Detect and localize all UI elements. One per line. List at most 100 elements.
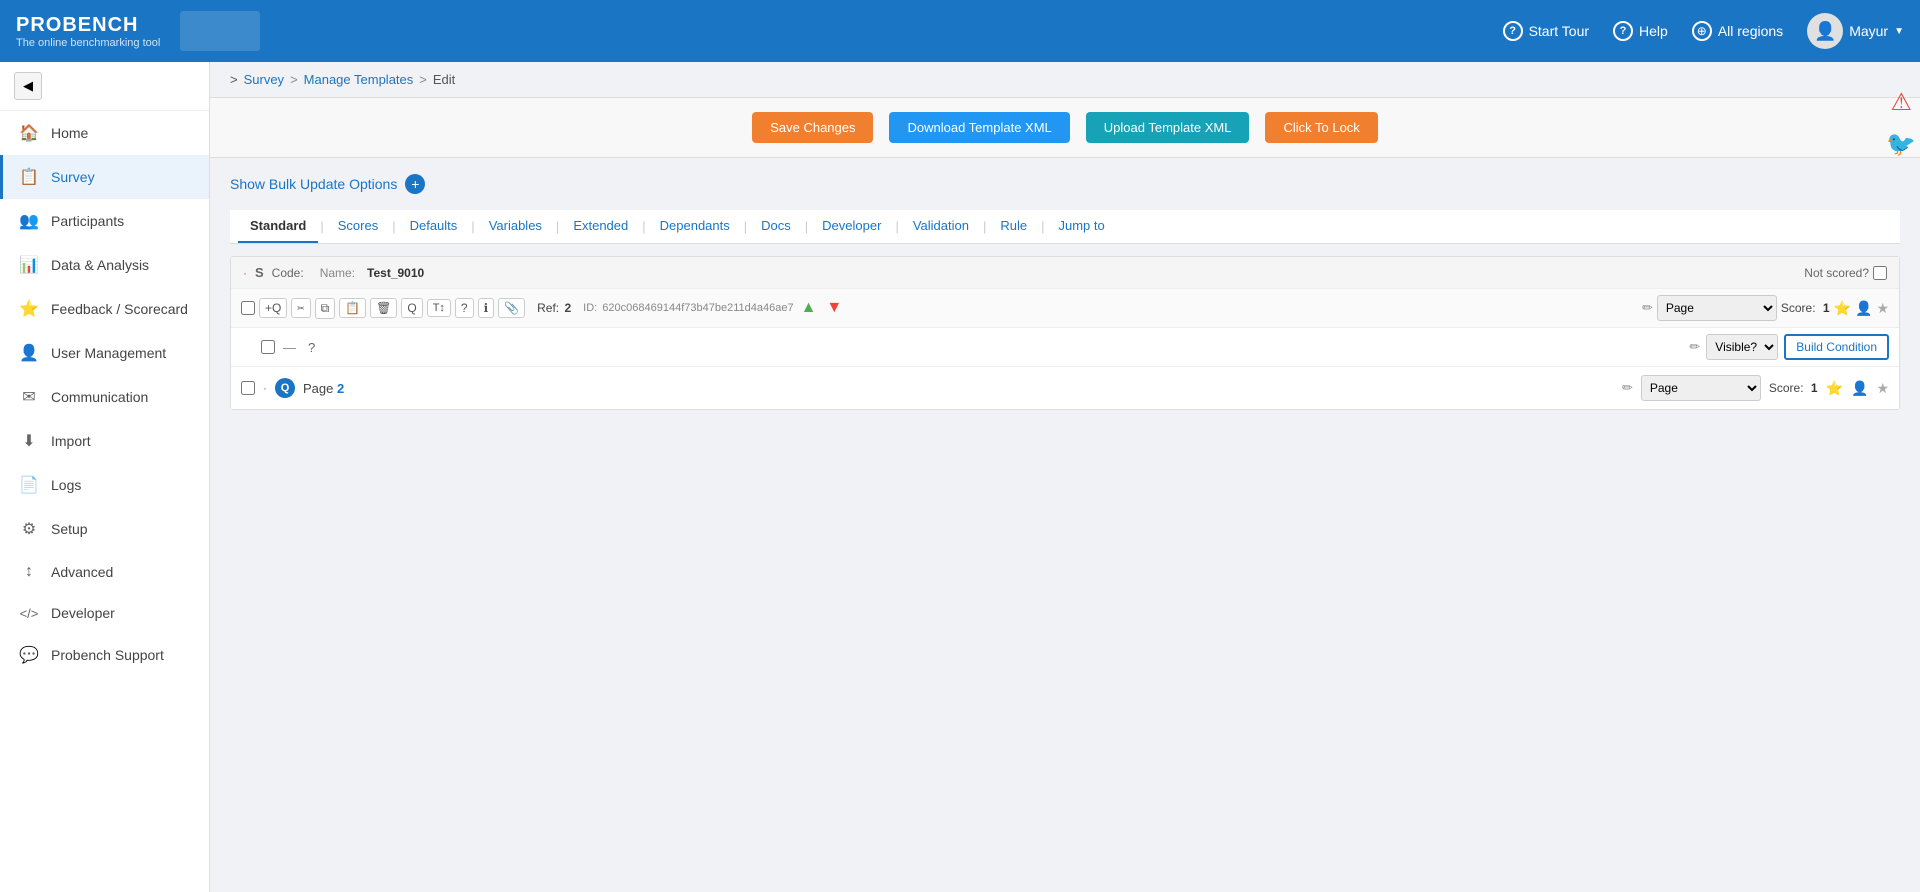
breadcrumb-manage-templates[interactable]: Manage Templates xyxy=(304,72,414,87)
tab-extended[interactable]: Extended xyxy=(561,210,640,243)
tab-navigation: Standard | Scores | Defaults | Variables… xyxy=(230,210,1900,244)
edit-pencil-icon[interactable]: ✏ xyxy=(1642,300,1653,316)
q-row: · Q Page 2 ✏ Page Score: 1 ⭐ 👤 ★ xyxy=(231,367,1899,409)
paste-icon[interactable]: 📋 xyxy=(339,298,366,318)
start-tour-button[interactable]: ? Start Tour xyxy=(1503,21,1589,41)
dash-icon: — xyxy=(283,340,296,355)
q-icon[interactable]: Q xyxy=(401,298,422,318)
upload-xml-button[interactable]: Upload Template XML xyxy=(1086,112,1250,143)
sidebar-item-home[interactable]: 🏠 Home xyxy=(0,111,209,155)
survey-section-header: · S Code: Name: Test_9010 Not scored? xyxy=(231,257,1899,289)
sidebar-item-label: Feedback / Scorecard xyxy=(51,301,188,317)
tab-dependants[interactable]: Dependants xyxy=(648,210,742,243)
q-row-checkbox[interactable] xyxy=(241,381,255,395)
avatar: 👤 xyxy=(1807,13,1843,49)
help-button[interactable]: ? Help xyxy=(1613,21,1668,41)
attachment-icon[interactable]: 📎 xyxy=(498,298,525,318)
tab-defaults[interactable]: Defaults xyxy=(398,210,470,243)
sidebar-item-communication[interactable]: ✉ Communication xyxy=(0,375,209,419)
sidebar-item-label: User Management xyxy=(51,345,166,361)
id-info: ID: 620c068469144f73b47be211d4a46ae7 xyxy=(583,302,793,314)
collapse-sidebar-button[interactable]: ◀ xyxy=(14,72,42,100)
q-page-select[interactable]: Page xyxy=(1641,375,1761,401)
toolbar-row: +Q ✂ ⧉ 📋 🗑 Q T↕ ? ℹ 📎 Ref: 2 ID: xyxy=(231,289,1899,328)
top-navbar: PROBENCH The online benchmarking tool ? … xyxy=(0,0,1920,62)
q-person-icon: 👤 xyxy=(1851,380,1868,397)
copy-icon[interactable]: ⧉ xyxy=(315,298,336,319)
sidebar-item-label: Probench Support xyxy=(51,647,164,663)
sidebar-item-label: Developer xyxy=(51,605,115,621)
download-xml-button[interactable]: Download Template XML xyxy=(889,112,1069,143)
sub-edit-icon[interactable]: ✏ xyxy=(1689,339,1700,355)
sidebar-item-developer[interactable]: </> Developer xyxy=(0,593,209,633)
survey-icon: 📋 xyxy=(19,167,39,187)
sidebar-toggle[interactable]: ◀ xyxy=(0,62,209,111)
tab-standard[interactable]: Standard xyxy=(238,210,318,243)
ref-label: Ref: xyxy=(537,301,559,315)
tab-variables[interactable]: Variables xyxy=(477,210,554,243)
sidebar-item-participants[interactable]: 👥 Participants xyxy=(0,199,209,243)
sidebar-item-logs[interactable]: 📄 Logs xyxy=(0,463,209,507)
section-checkbox[interactable] xyxy=(241,301,255,315)
sidebar-item-label: Participants xyxy=(51,213,124,229)
save-changes-button[interactable]: Save Changes xyxy=(752,112,873,143)
move-down-icon[interactable]: ▼ xyxy=(823,298,845,318)
sidebar-item-feedback-scorecard[interactable]: ⭐ Feedback / Scorecard xyxy=(0,287,209,331)
advanced-icon: ↕ xyxy=(19,563,39,581)
sidebar-item-user-management[interactable]: 👤 User Management xyxy=(0,331,209,375)
q-score-label: Score: xyxy=(1769,381,1804,395)
sidebar-item-label: Data & Analysis xyxy=(51,257,149,273)
section-s-label: S xyxy=(255,265,264,280)
regions-button[interactable]: ⊕ All regions xyxy=(1692,21,1783,41)
info-icon[interactable]: ℹ xyxy=(478,298,495,318)
q-page-label: Page 2 xyxy=(303,381,344,396)
bulk-update-link[interactable]: Show Bulk Update Options xyxy=(230,176,397,192)
q-gold-icon: ⭐ xyxy=(1826,380,1843,397)
visible-select[interactable]: Visible? xyxy=(1706,334,1778,360)
setup-icon: ⚙ xyxy=(19,519,39,539)
sidebar-item-survey[interactable]: 📋 Survey xyxy=(0,155,209,199)
nav-right: ? Start Tour ? Help ⊕ All regions 👤 Mayu… xyxy=(1503,13,1904,49)
move-up-icon[interactable]: ▲ xyxy=(798,298,820,318)
main-layout: ◀ 🏠 Home 📋 Survey 👥 Participants 📊 Data … xyxy=(0,62,1920,892)
bulk-update-plus-icon[interactable]: + xyxy=(405,174,425,194)
start-tour-label: Start Tour xyxy=(1529,23,1589,39)
sub-row-checkbox[interactable] xyxy=(261,340,275,354)
delete-icon[interactable]: 🗑 xyxy=(370,298,397,318)
content-area: > Survey > Manage Templates > Edit Save … xyxy=(210,62,1920,892)
gold-icon: ⭐ xyxy=(1834,300,1851,317)
add-question-button[interactable]: +Q xyxy=(259,298,287,318)
user-menu[interactable]: 👤 Mayur ▼ xyxy=(1807,13,1904,49)
breadcrumb: > Survey > Manage Templates > Edit xyxy=(210,62,1920,98)
build-condition-button[interactable]: Build Condition xyxy=(1784,334,1889,360)
sidebar-item-label: Import xyxy=(51,433,91,449)
help-q-icon[interactable]: ? xyxy=(455,298,474,318)
tab-developer[interactable]: Developer xyxy=(810,210,893,243)
name-label: Name: xyxy=(320,266,355,280)
sidebar-item-label: Advanced xyxy=(51,564,113,580)
not-scored-checkbox[interactable] xyxy=(1873,266,1887,280)
twitter-icon[interactable]: 🐦 xyxy=(1886,130,1916,159)
click-to-lock-button[interactable]: Click To Lock xyxy=(1265,112,1377,143)
sidebar-item-advanced[interactable]: ↕ Advanced xyxy=(0,551,209,593)
tab-scores[interactable]: Scores xyxy=(326,210,390,243)
chevron-down-icon: ▼ xyxy=(1894,26,1904,37)
tab-docs[interactable]: Docs xyxy=(749,210,803,243)
tab-validation[interactable]: Validation xyxy=(901,210,981,243)
tab-rule[interactable]: Rule xyxy=(988,210,1039,243)
cut-icon[interactable]: ✂ xyxy=(291,298,310,318)
sidebar-item-setup[interactable]: ⚙ Setup xyxy=(0,507,209,551)
page-select[interactable]: Page xyxy=(1657,295,1777,321)
q-edit-icon[interactable]: ✏ xyxy=(1622,380,1633,396)
text-format-icon[interactable]: T↕ xyxy=(427,299,451,317)
globe-icon: ⊕ xyxy=(1692,21,1712,41)
sidebar-item-import[interactable]: ⬇ Import xyxy=(0,419,209,463)
developer-icon: </> xyxy=(19,606,39,621)
sidebar-item-data-analysis[interactable]: 📊 Data & Analysis xyxy=(0,243,209,287)
breadcrumb-survey[interactable]: Survey xyxy=(244,72,284,87)
alert-icon[interactable]: ⚠ xyxy=(1890,88,1912,117)
sidebar-item-probench-support[interactable]: 💬 Probench Support xyxy=(0,633,209,677)
q-badge: Q xyxy=(275,378,295,398)
help-icon: ? xyxy=(1613,21,1633,41)
tab-jump-to[interactable]: Jump to xyxy=(1047,210,1117,243)
